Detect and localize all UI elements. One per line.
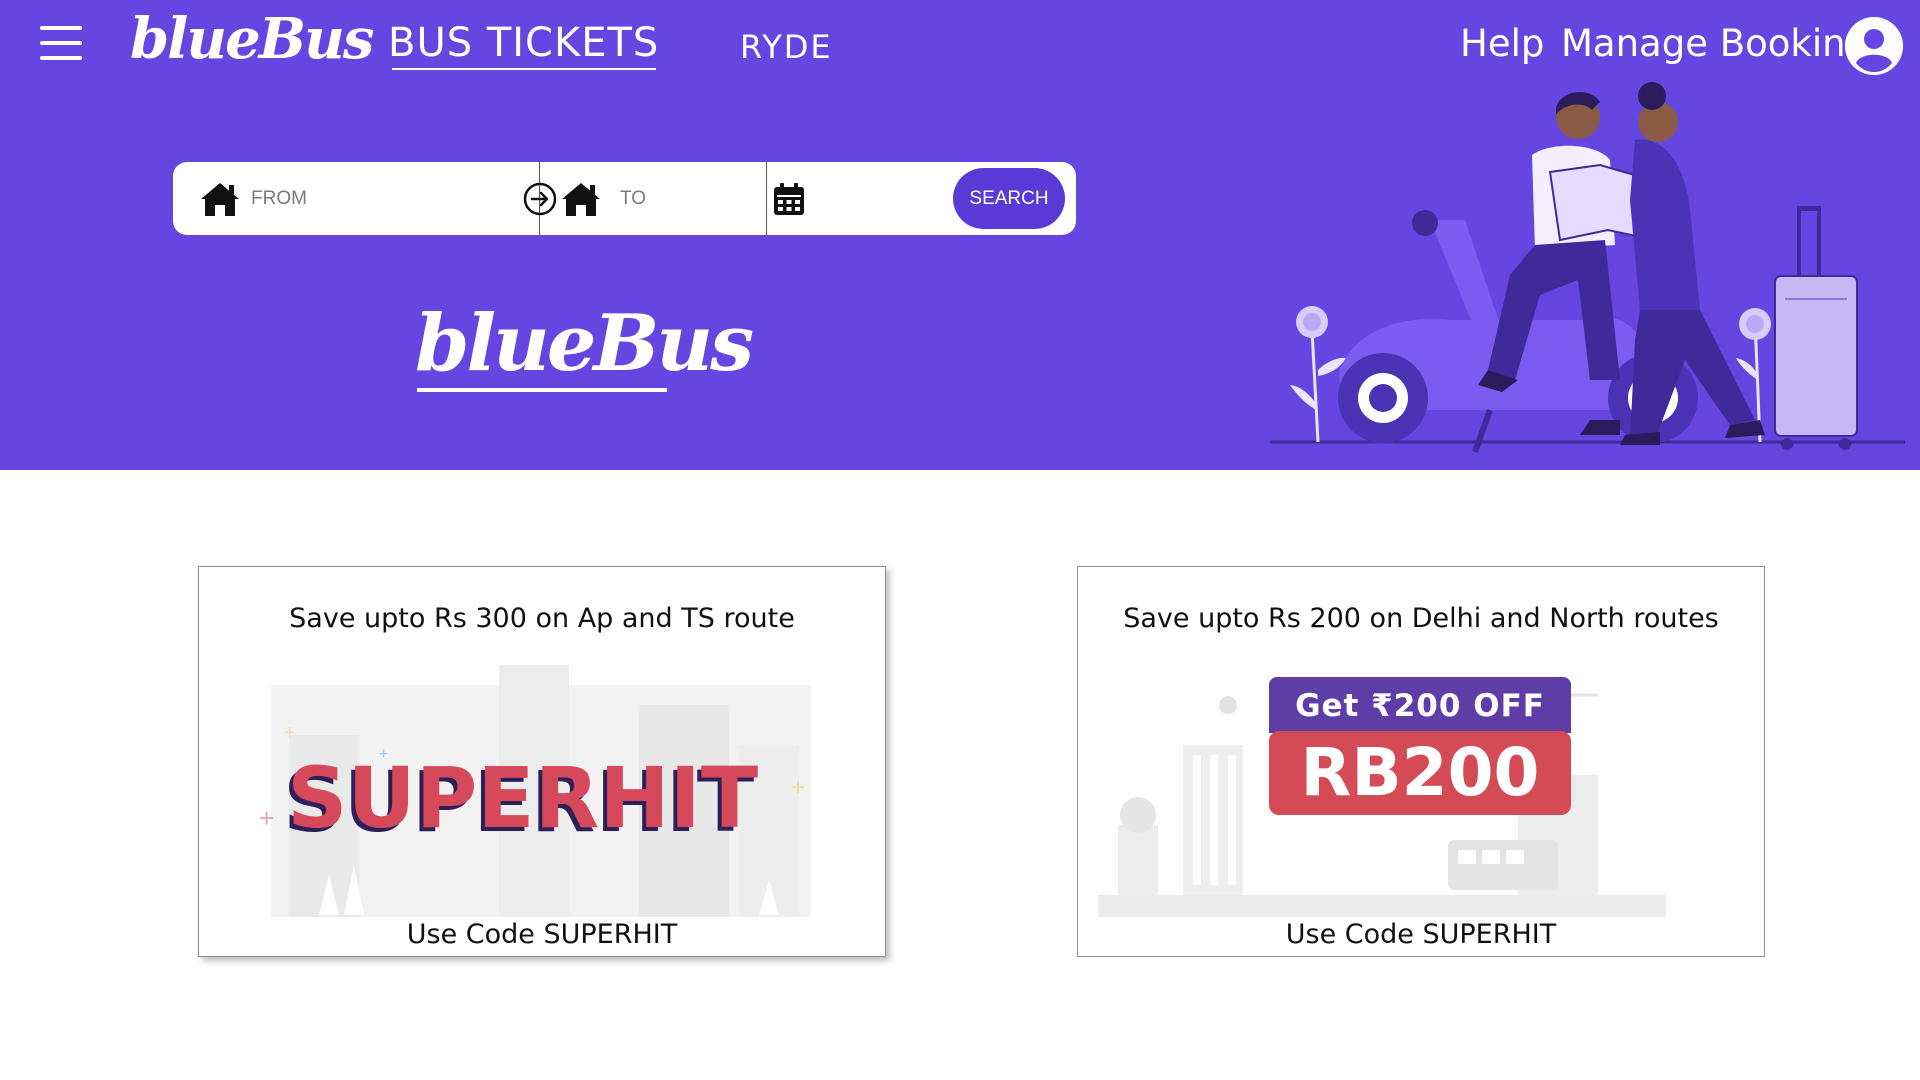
offer-coupon-label: RB200	[1269, 731, 1571, 815]
home-icon	[560, 180, 602, 218]
home-icon	[199, 180, 241, 218]
nav-bus-tickets[interactable]: BUS TICKETS	[388, 20, 659, 66]
menu-icon[interactable]	[40, 26, 82, 60]
offer-title: Save upto Rs 200 on Delhi and North rout…	[1123, 603, 1719, 634]
brand-logo[interactable]: blueBus	[130, 6, 374, 72]
nav-ryde[interactable]: RYDE	[740, 28, 833, 66]
offer-title: Save upto Rs 300 on Ap and TS route	[289, 603, 795, 634]
offer-code: Use Code SUPERHIT	[406, 919, 678, 950]
to-input[interactable]	[620, 187, 750, 210]
hero-banner: blueBus BUS TICKETS RYDE Help Manage Boo…	[0, 0, 1920, 470]
hero-logo: blueBus	[415, 298, 754, 389]
offer-code: Use Code SUPERHIT	[1285, 919, 1557, 950]
nav-manage-booking[interactable]: Manage Booking	[1561, 22, 1869, 65]
offer-banner-image: + + + + SUPERHIT SUPERHIT	[259, 665, 811, 917]
svg-text:+: +	[284, 722, 296, 744]
calendar-icon[interactable]	[773, 182, 805, 216]
offer-card[interactable]: Save upto Rs 300 on Ap and TS route + + …	[198, 566, 886, 957]
svg-text:+: +	[791, 774, 805, 801]
from-input[interactable]	[251, 187, 491, 210]
search-button[interactable]: SEARCH	[953, 168, 1065, 229]
offer-discount-label: Get ₹200 OFF	[1269, 677, 1571, 733]
nav-active-underline	[392, 68, 656, 70]
date-field[interactable]	[767, 162, 947, 235]
offer-card[interactable]: Save upto Rs 200 on Delhi and North rout…	[1077, 566, 1765, 957]
user-icon[interactable]	[1845, 17, 1903, 75]
svg-text:+: +	[259, 803, 274, 833]
scooter-illustration	[1270, 82, 1905, 454]
hero-logo-underline	[417, 388, 667, 392]
offer-banner-text: SUPERHIT	[287, 749, 758, 847]
nav-help[interactable]: Help	[1460, 22, 1544, 65]
search-bar: SEARCH	[173, 162, 1076, 235]
to-field[interactable]	[540, 162, 767, 235]
from-field[interactable]	[173, 162, 540, 235]
